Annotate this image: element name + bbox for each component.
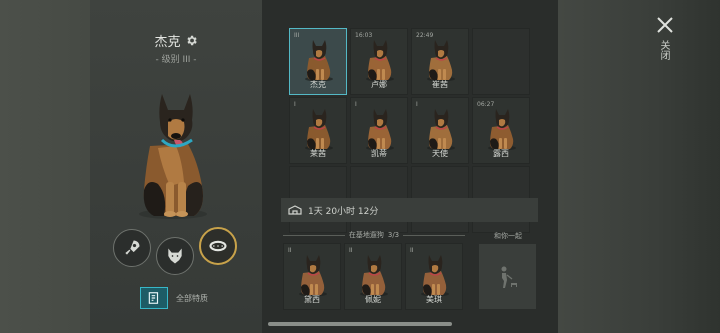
all-traits-button[interactable]: 全部特质: [140, 287, 208, 309]
dog-slot[interactable]: 16:03 卢娜: [350, 28, 408, 95]
with-you-label: 和你一起: [494, 232, 522, 240]
timer-text: 1天 20小时 12分: [308, 206, 379, 217]
timer-bar: 1天 20小时 12分: [281, 198, 538, 222]
at-base-count: 3/3: [387, 231, 400, 239]
scrollbar[interactable]: [268, 322, 452, 326]
slot-name: 天使: [432, 149, 448, 158]
dog-name: 杰克: [154, 35, 181, 50]
dog-thumbnail: [421, 255, 449, 297]
slot-badge: II: [349, 247, 353, 254]
empty-slot: [472, 28, 530, 95]
slot-name: 凯蒂: [371, 149, 387, 158]
dog-slot[interactable]: 22:49 崔茜: [411, 28, 469, 95]
slot-badge: I: [416, 101, 418, 108]
dog-portrait: [139, 94, 207, 219]
trait-button-1[interactable]: [113, 229, 151, 267]
slot-badge: I: [355, 101, 357, 108]
slot-badge: I: [294, 101, 296, 108]
all-traits-label: 全部特质: [176, 293, 208, 303]
gear-icon[interactable]: [185, 34, 198, 47]
dog-slot[interactable]: I 莱茜: [289, 97, 347, 164]
dog-thumbnail: [305, 109, 333, 151]
trait-button-2[interactable]: [156, 237, 194, 275]
collar-icon: [209, 240, 227, 252]
close-icon[interactable]: [654, 14, 676, 36]
dog-thumbnail: [366, 40, 394, 82]
dog-thumbnail: [299, 255, 327, 297]
base-dog-slot[interactable]: II 黛西: [283, 243, 341, 310]
rocket-icon: [125, 240, 140, 255]
dog-level: - 级别 III -: [155, 55, 197, 65]
dog-thumbnail: [360, 255, 388, 297]
slot-name: 卢娜: [371, 80, 387, 89]
notebook-icon: [140, 287, 168, 309]
dog-name-row: 杰克: [90, 31, 262, 50]
walking-person-icon: [501, 266, 517, 288]
dog-slot[interactable]: I 天使: [411, 97, 469, 164]
dog-thumbnail: [427, 109, 455, 151]
slot-name: 黛西: [304, 295, 320, 304]
close-label[interactable]: 关闭: [657, 40, 671, 60]
slot-name: 佩妮: [365, 295, 381, 304]
slot-name: 莱茜: [310, 149, 326, 158]
dog-slot[interactable]: III 杰克: [289, 28, 347, 95]
slot-name: 美琪: [426, 295, 442, 304]
slot-name: 露西: [493, 149, 509, 158]
slot-badge: II: [410, 247, 414, 254]
dog-slot[interactable]: 06:27 露西: [472, 97, 530, 164]
base-dog-slot[interactable]: II 美琪: [405, 243, 463, 310]
dog-slot[interactable]: I 凯蒂: [350, 97, 408, 164]
slot-badge: III: [294, 32, 300, 39]
dog-thumbnail: [305, 40, 333, 82]
slot-name: 杰克: [310, 80, 326, 89]
dog-thumbnail: [366, 109, 394, 151]
base-dog-slot[interactable]: II 佩妮: [344, 243, 402, 310]
slot-name: 崔茜: [432, 80, 448, 89]
slot-badge: II: [288, 247, 292, 254]
dog-thumbnail: [488, 109, 516, 151]
background-right: [558, 0, 720, 333]
kennel-icon: [288, 205, 302, 215]
trait-button-3[interactable]: [199, 227, 237, 265]
with-you-slot[interactable]: [478, 243, 537, 310]
background-left: [0, 0, 90, 333]
at-base-label: 在基地遛狗: [348, 231, 384, 239]
dog-thumbnail: [427, 40, 455, 82]
wolf-icon: [168, 248, 182, 264]
at-base-header: 在基地遛狗 3/3: [283, 230, 466, 240]
